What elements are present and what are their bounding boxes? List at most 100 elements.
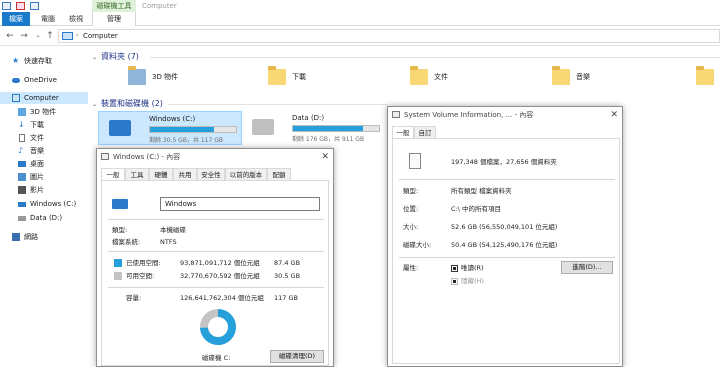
size-label: 大小: (403, 223, 419, 231)
sidebar-item-desktop[interactable]: 桌面 (0, 158, 88, 170)
drive-icon (18, 202, 26, 207)
folder-item[interactable]: 3D 物件 (128, 66, 228, 89)
dialog-title: System Volume Information, ... - 內容 (404, 111, 534, 119)
divider (150, 57, 720, 58)
dialog-title-bar[interactable]: Windows (C:) - 內容 ✕ (97, 149, 333, 165)
back-arrow-icon[interactable]: ← (4, 29, 16, 43)
tab-computer[interactable]: 電腦 (34, 12, 62, 26)
hard-drive-icon (252, 119, 274, 135)
sidebar-item-label: 3D 物件 (30, 108, 57, 116)
sidebar-item-computer[interactable]: Computer (0, 92, 88, 104)
folder-item[interactable] (696, 66, 720, 89)
tab-hardware[interactable]: 硬體 (149, 168, 173, 180)
download-folder-icon (268, 66, 286, 85)
close-icon[interactable]: ✕ (321, 149, 329, 165)
sidebar-item-label: Windows (C:) (30, 200, 77, 208)
ribbon: 檔案 電腦 檢視 磁碟機工具 管理 Computer (0, 0, 720, 26)
sidebar-item-pictures[interactable]: 圖片 (0, 171, 88, 183)
drives-group-header[interactable]: ⌄ 裝置和磁碟機 (2) (92, 98, 163, 111)
general-tab-panel: 197,348 個檔案，27,656 個資料夾 類型: 所有類型 檔案資料夾 位… (392, 138, 620, 364)
sidebar-item-quick-access[interactable]: ★ 快速存取 (0, 55, 88, 67)
sidebar-item-windows-c[interactable]: Windows (C:) (0, 198, 88, 210)
close-icon[interactable]: ✕ (610, 107, 618, 123)
folder-item[interactable]: 文件 (410, 66, 510, 89)
divider (108, 287, 324, 288)
tab-quota[interactable]: 配額 (267, 168, 291, 180)
sidebar-item-music[interactable]: ♪ 音樂 (0, 145, 88, 157)
desktop-icon (18, 161, 26, 167)
breadcrumb[interactable]: Computer (83, 30, 118, 42)
collapse-chevron-icon[interactable]: ⌄ (92, 99, 97, 111)
document-folder-icon (410, 66, 428, 85)
size-on-disk-label: 磁碟大小: (403, 241, 432, 249)
volume-label-input[interactable]: Windows (160, 197, 320, 211)
readonly-checkbox[interactable] (451, 265, 458, 272)
computer-icon (62, 32, 73, 40)
folders-group-header[interactable]: ⌄ 資料夾 (7) (92, 51, 139, 64)
free-space-label: 可用空間: (126, 272, 155, 280)
recent-chevron-icon[interactable]: ⌄ (32, 29, 44, 43)
folder-label: 3D 物件 (152, 73, 179, 81)
drive-properties-dialog: Windows (C:) - 內容 ✕ 一般 工具 硬體 共用 安全性 以前的版… (96, 148, 334, 367)
picture-icon (18, 173, 26, 181)
folder-label: 下載 (292, 73, 306, 81)
forward-arrow-icon[interactable]: → (18, 29, 30, 43)
sidebar-item-label: Data (D:) (30, 214, 63, 222)
tab-previous-versions[interactable]: 以前的版本 (225, 168, 267, 180)
sidebar-item-network[interactable]: 網路 (0, 231, 88, 243)
tab-sharing[interactable]: 共用 (173, 168, 197, 180)
drive-label: Windows (C:) (149, 115, 196, 123)
sidebar-item-videos[interactable]: 影片 (0, 184, 88, 196)
sidebar-item-3d-objects[interactable]: 3D 物件 (0, 106, 88, 118)
properties-icon[interactable] (2, 2, 11, 10)
drive-item-c[interactable]: Windows (C:) 剩餘 30.5 GB，共 117 GB (98, 111, 242, 145)
tab-file[interactable]: 檔案 (2, 12, 30, 26)
sidebar-item-label: 文件 (30, 134, 44, 142)
folder-item[interactable]: 下載 (268, 66, 368, 89)
new-folder-icon[interactable] (30, 2, 39, 10)
used-space-bytes: 93,871,091,712 個位元組 (180, 259, 260, 267)
free-space-gb: 30.5 GB (274, 272, 301, 280)
size-on-disk-value: 50.4 GB (54,125,490,176 位元組) (451, 241, 558, 249)
tab-security[interactable]: 安全性 (197, 168, 225, 180)
collapse-chevron-icon[interactable]: ⌄ (92, 52, 97, 64)
tab-tools[interactable]: 工具 (125, 168, 149, 180)
size-value: 52.6 GB (56,550,049,101 位元組) (451, 223, 558, 231)
drive-item-d[interactable]: Data (D:) 剩餘 176 GB，共 911 GB (242, 111, 388, 145)
checkmark-icon[interactable] (16, 2, 25, 10)
location-value: C:\ 中的所有項目 (451, 205, 501, 213)
window-title: Computer (142, 2, 177, 10)
folder-properties-dialog: System Volume Information, ... - 內容 ✕ 一般… (387, 106, 623, 367)
drive-label: Data (D:) (292, 114, 325, 122)
tab-manage[interactable]: 管理 (92, 12, 136, 26)
divider (168, 104, 388, 105)
disk-cleanup-button[interactable]: 磁碟清理(D) (270, 350, 324, 363)
type-value: 本機磁碟 (160, 226, 186, 234)
sidebar-item-onedrive[interactable]: OneDrive (0, 74, 88, 86)
capacity-bytes: 126,641,762,304 個位元組 (180, 294, 264, 302)
up-arrow-icon[interactable]: ↑ (44, 29, 56, 43)
location-label: 位置: (403, 205, 419, 213)
address-input[interactable]: › Computer (58, 29, 720, 43)
sidebar-item-documents[interactable]: 文件 (0, 132, 88, 144)
music-folder-icon (552, 66, 570, 85)
sidebar-item-downloads[interactable]: ↓ 下載 (0, 119, 88, 131)
drive-icon (101, 153, 109, 160)
hidden-checkbox (451, 278, 458, 285)
tab-customize[interactable]: 自訂 (414, 126, 436, 138)
sidebar-item-data-d[interactable]: Data (D:) (0, 212, 88, 224)
divider (108, 251, 324, 252)
type-label: 類型: (403, 187, 419, 195)
drive-tools-group: 磁碟機工具 (92, 0, 136, 12)
cube-folder-icon (128, 66, 146, 85)
network-icon (12, 233, 20, 241)
dialog-title-bar[interactable]: System Volume Information, ... - 內容 ✕ (388, 107, 622, 123)
folder-item[interactable]: 音樂 (552, 66, 652, 89)
star-icon: ★ (12, 56, 20, 65)
drive-usage-bar (149, 126, 237, 133)
advanced-button[interactable]: 進階(D)... (561, 261, 613, 274)
breadcrumb-chevron-icon[interactable]: › (76, 30, 78, 42)
tab-view[interactable]: 檢視 (62, 12, 90, 26)
download-icon: ↓ (18, 120, 25, 129)
type-value: 所有類型 檔案資料夾 (451, 187, 512, 195)
